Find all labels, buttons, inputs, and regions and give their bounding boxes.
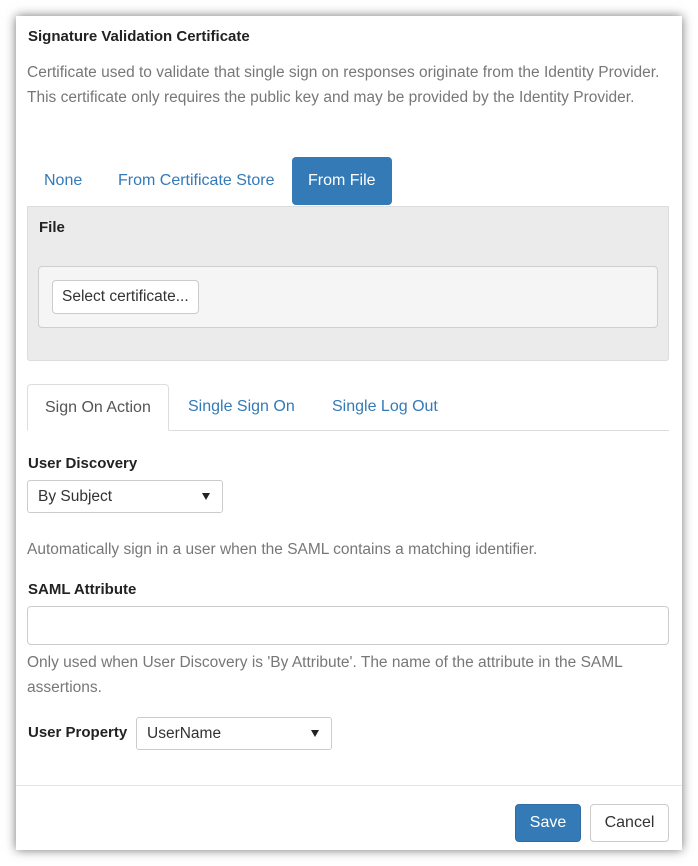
caret-down-icon (202, 493, 210, 500)
dialog: Signature Validation Certificate Certifi… (16, 16, 682, 850)
tab-sign-on-action[interactable]: Sign On Action (27, 384, 169, 431)
certificate-source-pills: None From Certificate Store From File (27, 157, 667, 205)
user-property-value: UserName (147, 725, 222, 742)
cancel-button[interactable]: Cancel (590, 804, 669, 842)
section-description: Certificate used to validate that single… (27, 64, 660, 106)
section-title: Signature Validation Certificate (28, 28, 250, 45)
pill-none[interactable]: None (28, 157, 98, 205)
user-discovery-label: User Discovery (28, 455, 138, 472)
tab-single-sign-on[interactable]: Single Sign On (171, 384, 312, 431)
caret-down-icon (311, 730, 319, 737)
save-button[interactable]: Save (515, 804, 581, 842)
tab-bar: Sign On Action Single Sign On Single Log… (27, 384, 669, 431)
file-well: Select certificate... (38, 266, 658, 328)
select-certificate-button[interactable]: Select certificate... (52, 280, 199, 314)
saml-attribute-input[interactable] (27, 606, 669, 645)
file-label: File (39, 219, 65, 236)
pill-from-file[interactable]: From File (292, 157, 392, 205)
user-discovery-help: Automatically sign in a user when the SA… (27, 541, 538, 558)
user-discovery-value: By Subject (38, 488, 113, 505)
dialog-footer: Save Cancel (16, 785, 682, 850)
saml-attribute-label: SAML Attribute (28, 581, 137, 598)
user-property-label: User Property (28, 724, 128, 741)
pill-from-certificate-store[interactable]: From Certificate Store (102, 157, 290, 205)
user-discovery-select[interactable]: By Subject (27, 480, 223, 513)
tab-single-log-out[interactable]: Single Log Out (315, 384, 455, 431)
file-panel: File Select certificate... (27, 206, 669, 361)
saml-attribute-help: Only used when User Discovery is 'By Att… (27, 654, 623, 696)
user-property-select[interactable]: UserName (136, 717, 332, 750)
